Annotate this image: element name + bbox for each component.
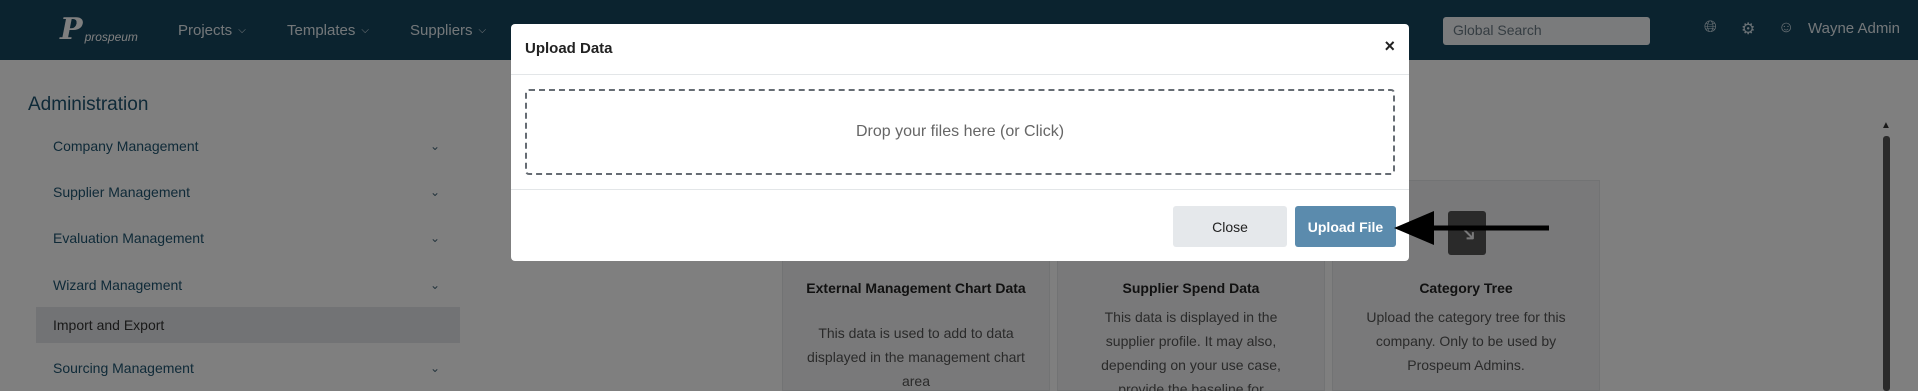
- dropzone-label: Drop your files here (or Click): [855, 123, 1065, 140]
- file-dropzone[interactable]: Drop your files here (or Click): [525, 89, 1395, 175]
- close-icon[interactable]: ×: [1384, 36, 1395, 57]
- modal-footer: Close Upload File: [511, 189, 1409, 261]
- pointer-arrow-icon: [1394, 211, 1549, 245]
- upload-data-modal: Upload Data × Drop your files here (or C…: [511, 24, 1409, 261]
- modal-header: Upload Data ×: [511, 24, 1409, 75]
- upload-file-button[interactable]: Upload File: [1295, 206, 1396, 247]
- close-button[interactable]: Close: [1173, 206, 1287, 247]
- modal-title: Upload Data: [525, 40, 613, 57]
